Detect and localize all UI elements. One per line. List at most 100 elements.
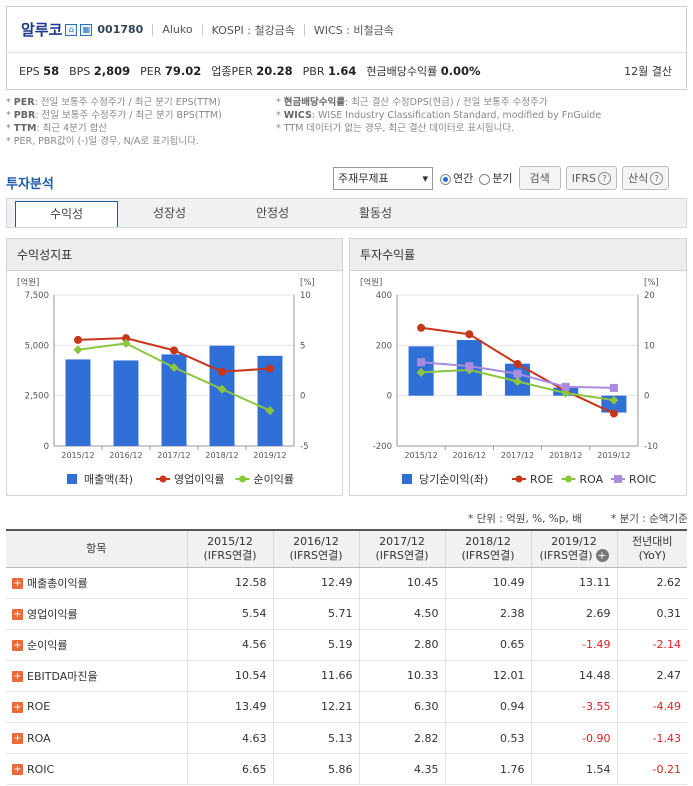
building-icon[interactable]: ▦	[80, 23, 93, 36]
industry-per-item: 업종PER 20.28	[211, 64, 293, 78]
radio-icon	[479, 173, 491, 185]
row-label-text: ROA	[27, 731, 51, 745]
row-label[interactable]: + 매출총이익률	[6, 567, 188, 599]
tab-activity[interactable]: 활동성	[324, 199, 427, 227]
x-tick-label: 2015/12	[404, 451, 437, 460]
row-label[interactable]: + ROE	[6, 691, 188, 723]
table-cell: 0.94	[445, 691, 532, 723]
ifrs-button[interactable]: IFRS?	[565, 166, 617, 190]
annual-radio[interactable]: 연간	[440, 170, 473, 186]
analysis-tabs: 수익성 성장성 안정성 활동성	[6, 198, 687, 228]
point-영업이익률	[266, 364, 274, 373]
row-label[interactable]: + 영업이익률	[6, 598, 188, 630]
return-chart: [억원] [%]400 20200 100 0-200 -102015/12 2016/12…	[360, 277, 659, 486]
home-icon[interactable]: ⌂	[65, 23, 78, 36]
table-cell: -0.90	[531, 722, 618, 755]
y-left-tick-label: 2,500	[25, 392, 49, 402]
y-left-tick-label: 400	[376, 291, 392, 301]
x-tick-label: 2016/12	[453, 451, 486, 460]
legend-marker	[614, 475, 622, 483]
right-unit-label: [%]	[644, 278, 659, 288]
help-icon: ?	[597, 171, 611, 185]
table-cell: 5.13	[273, 722, 360, 755]
table-cell: 10.33	[359, 660, 446, 692]
x-tick-label: 2016/12	[109, 451, 142, 460]
point-ROIC	[609, 383, 618, 392]
row-label[interactable]: + ROA	[6, 722, 188, 755]
x-tick-label: 2019/12	[597, 451, 630, 460]
formula-button[interactable]: 산식?	[621, 166, 670, 190]
bps-item: BPS 2,809	[69, 64, 131, 78]
x-tick-label: 2017/12	[157, 451, 190, 460]
ratio-table: 항목 2015/12 (IFRS연결) 2016/12 (IFRS연결) 201…	[6, 529, 687, 786]
company-name[interactable]: 알루코	[21, 19, 62, 40]
expand-icon[interactable]: +	[12, 733, 23, 745]
controls: 주재무제표 ▾ 연간 분기 검색 IFRS? 산식?	[333, 166, 670, 190]
section-title: 투자분석	[6, 177, 54, 192]
profitability-chart: [억원] [%] 7,500 10 5,000 5 2,500 0 0 -5 2015/12 2016…	[17, 277, 315, 486]
col-yoy: 전년대비 (YoY)	[617, 529, 687, 568]
expand-icon[interactable]: +	[12, 671, 23, 683]
dividend-item: 현금배당수익률 0.00%	[366, 64, 481, 78]
legend-label: 매출액(좌)	[84, 473, 133, 486]
expand-icon[interactable]: +	[12, 764, 23, 776]
note-line: * PBR: 전일 보통주 수정주가 / 최근 분기 BPS(TTM)	[6, 110, 222, 121]
wics-info: WICS : 비철금속	[313, 23, 394, 37]
point-ROE	[417, 323, 426, 332]
chart-title: 투자수익률	[350, 239, 686, 271]
point-ROE	[465, 330, 474, 339]
search-button[interactable]: 검색	[518, 166, 561, 190]
add-column-icon[interactable]: +	[595, 548, 609, 562]
fiscal-year-end: 12월 결산	[624, 65, 672, 78]
row-label[interactable]: + EBITDA마진율	[6, 660, 188, 692]
x-tick-label: 2015/12	[61, 451, 94, 460]
row-label-text: 영업이익률	[27, 607, 78, 621]
expand-icon[interactable]: +	[12, 609, 23, 621]
table-cell: 2.62	[617, 567, 687, 599]
expand-icon[interactable]: +	[12, 701, 23, 713]
tab-growth[interactable]: 성장성	[118, 199, 221, 227]
y-right-tick-label: 10	[644, 341, 655, 351]
bar-2018/12	[209, 345, 235, 446]
legend-marker	[159, 475, 167, 483]
legend-label: ROA	[580, 473, 604, 486]
tab-profitability[interactable]: 수익성	[15, 201, 118, 227]
expand-icon[interactable]: +	[12, 578, 23, 590]
left-unit-label: [억원]	[360, 277, 382, 288]
point-순이익률	[73, 345, 83, 355]
table-row: + ROIC 6.65 5.86 4.35 1.76 1.54 -0.21	[6, 753, 687, 786]
tab-stability[interactable]: 안정성	[221, 199, 324, 227]
table-cell: 13.11	[531, 567, 618, 599]
row-label-text: ROIC	[27, 762, 55, 776]
row-label[interactable]: + 순이익률	[6, 629, 188, 661]
quarter-label: 분기	[492, 172, 513, 185]
table-cell: -3.55	[531, 691, 618, 723]
table-cell: -4.49	[617, 691, 687, 723]
table-cell: -1.43	[617, 722, 687, 755]
table-cell: 10.45	[359, 567, 446, 599]
left-unit-label: [억원]	[17, 277, 39, 288]
legend-label: 순이익률	[254, 473, 294, 486]
formula-label: 산식	[627, 172, 649, 185]
table-row: + EBITDA마진율 10.54 11.66 10.33 12.01 14.48 2.47	[6, 660, 687, 692]
y-right-tick-label: -5	[300, 442, 308, 452]
point-ROE	[609, 409, 618, 418]
expand-icon[interactable]: +	[12, 640, 23, 652]
quarter-radio[interactable]: 분기	[479, 170, 513, 186]
chart-title: 수익성지표	[7, 239, 342, 271]
table-cell: 6.65	[187, 753, 274, 786]
table-cell: 12.58	[187, 567, 274, 599]
bar-2015/12	[65, 359, 91, 446]
point-ROIC	[417, 358, 426, 367]
y-left-tick-label: 200	[376, 341, 392, 351]
table-cell: 4.50	[359, 598, 446, 630]
y-left-tick-label: -200	[373, 442, 392, 452]
statement-select[interactable]: 주재무제표 ▾	[333, 166, 433, 190]
legend-label: 당기순이익(좌)	[419, 473, 488, 486]
point-영업이익률	[74, 335, 82, 344]
table-cell: 10.54	[187, 660, 274, 692]
legend-label: ROIC	[629, 473, 657, 486]
row-label[interactable]: + ROIC	[6, 753, 188, 786]
company-header: 알루코 ⌂ ▦ 001780 Aluko KOSPI : 철강금속 WICS :…	[6, 6, 687, 90]
col-item: 항목	[6, 529, 188, 568]
